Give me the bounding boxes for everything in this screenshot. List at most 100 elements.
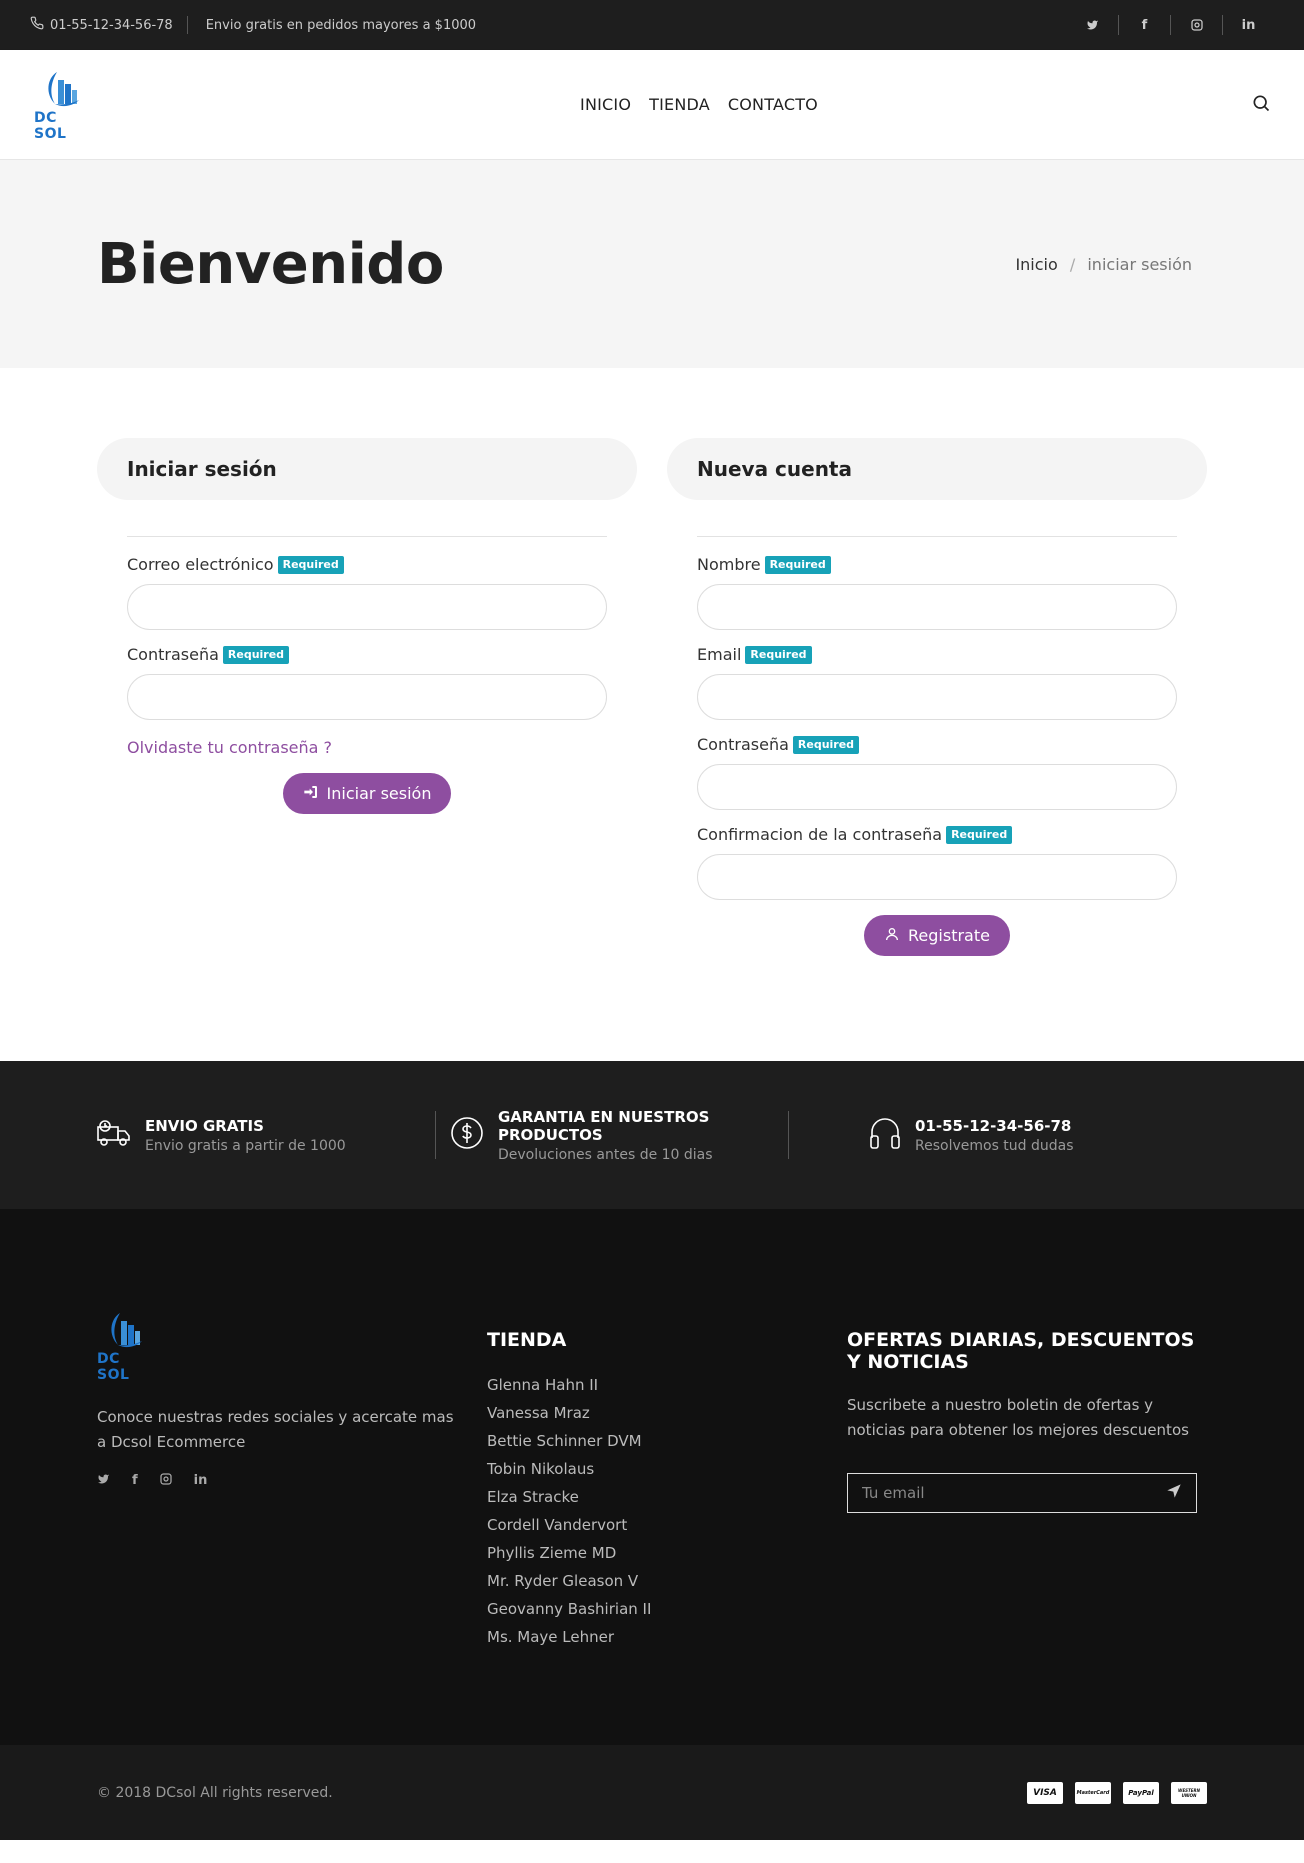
topbar-phone: 01-55-12-34-56-78: [30, 16, 188, 34]
required-badge: Required: [946, 825, 1013, 844]
footer-shop-item[interactable]: Mr. Ryder Gleason V: [487, 1567, 847, 1595]
search-icon: [1251, 93, 1271, 117]
forgot-password-link[interactable]: Olvidaste tu contraseña ?: [127, 738, 607, 757]
nav-inicio[interactable]: INICIO: [580, 95, 631, 114]
top-bar: 01-55-12-34-56-78 Envio gratis en pedido…: [0, 0, 1304, 50]
login-form: Iniciar sesión Correo electrónico Requir…: [97, 438, 637, 956]
register-confirm-label: Confirmacion de la contraseña Required: [697, 825, 1177, 844]
login-email-label-text: Correo electrónico: [127, 555, 274, 574]
visa-icon: VISA: [1027, 1781, 1063, 1804]
required-badge: Required: [764, 555, 831, 574]
topbar-phone-text: 01-55-12-34-56-78: [50, 17, 173, 33]
newsletter-form: [847, 1473, 1197, 1513]
user-icon: [884, 926, 900, 946]
footer-logo[interactable]: DC SOL: [97, 1309, 153, 1383]
register-name-label-text: Nombre: [697, 555, 761, 574]
feature-support: 01-55-12-34-56-78 Resolvemos tud dudas: [788, 1111, 1207, 1159]
footer-shop-item[interactable]: Vanessa Mraz: [487, 1399, 847, 1427]
visa-label: VISA: [1033, 1787, 1057, 1798]
auth-forms: Iniciar sesión Correo electrónico Requir…: [0, 368, 1304, 1061]
footer-about-text: Conoce nuestras redes sociales y acercat…: [97, 1408, 454, 1451]
login-password-input[interactable]: [127, 674, 607, 720]
login-button-label: Iniciar sesión: [326, 784, 432, 803]
register-password-label: Contraseña Required: [697, 735, 1177, 754]
paypal-label: PayPal: [1128, 1788, 1154, 1797]
footer-shop-item[interactable]: Ms. Maye Lehner: [487, 1623, 847, 1651]
features-strip: ENVIO GRATIS Envio gratis a partir de 10…: [0, 1061, 1304, 1209]
breadcrumb: Inicio / iniciar sesión: [1015, 255, 1192, 274]
register-email-input[interactable]: [697, 674, 1177, 720]
register-name-input[interactable]: [697, 584, 1177, 630]
register-confirm-input[interactable]: [697, 854, 1177, 900]
footer-shop-list: Glenna Hahn II Vanessa Mraz Bettie Schin…: [487, 1371, 847, 1651]
newsletter-email-input[interactable]: [862, 1484, 1122, 1502]
register-button[interactable]: Registrate: [864, 915, 1010, 956]
western-union-label: WESTERN UNION: [1178, 1787, 1200, 1798]
copyright: © 2018 DCsol All rights reserved.: [97, 1784, 333, 1801]
twitter-icon[interactable]: [1066, 15, 1118, 35]
login-heading: Iniciar sesión: [97, 438, 637, 500]
send-icon[interactable]: [1166, 1483, 1182, 1503]
nav-tienda[interactable]: TIENDA: [649, 95, 710, 114]
footer-shop-item[interactable]: Cordell Vandervort: [487, 1511, 847, 1539]
topbar-promo: Envio gratis en pedidos mayores a $1000: [205, 17, 477, 33]
register-confirm-label-text: Confirmacion de la contraseña: [697, 825, 943, 844]
instagram-icon[interactable]: [1170, 15, 1222, 35]
logo[interactable]: DC SOL: [34, 68, 90, 142]
feature-subtitle: Envio gratis a partir de 1000: [145, 1137, 346, 1154]
login-password-label: Contraseña Required: [127, 645, 607, 664]
facebook-icon[interactable]: f: [132, 1473, 138, 1489]
topbar-social: f in: [1066, 15, 1274, 35]
divider: [697, 536, 1177, 537]
payment-methods: VISA MasterCard PayPal WESTERN UNION: [1027, 1781, 1207, 1804]
register-password-label-text: Contraseña: [697, 735, 789, 754]
breadcrumb-separator: /: [1069, 254, 1076, 274]
register-password-input[interactable]: [697, 764, 1177, 810]
logo-text: DC SOL: [34, 109, 67, 142]
paypal-icon: PayPal: [1123, 1781, 1159, 1804]
login-button[interactable]: Iniciar sesión: [282, 773, 452, 814]
footer-shop-item[interactable]: Tobin Nikolaus: [487, 1455, 847, 1483]
register-button-label: Registrate: [908, 926, 990, 945]
dollar-circle-icon: [450, 1116, 484, 1154]
feature-subtitle: Devoluciones antes de 10 dias: [498, 1146, 713, 1163]
linkedin-icon[interactable]: in: [1222, 15, 1274, 35]
feature-title: GARANTIA EN NUESTROS PRODUCTOS: [498, 1107, 710, 1144]
twitter-icon[interactable]: [97, 1473, 110, 1489]
nav-contacto[interactable]: CONTACTO: [728, 95, 818, 114]
feature-title: ENVIO GRATIS: [145, 1116, 264, 1135]
newsletter-title: OFERTAS DIARIAS, DESCUENTOS Y NOTICIAS: [847, 1329, 1195, 1373]
main-nav: INICIO TIENDA CONTACTO: [580, 95, 818, 114]
logo-building-icon: [106, 1309, 144, 1353]
required-badge: Required: [277, 555, 344, 574]
page-title: Bienvenido: [97, 231, 444, 297]
footer-newsletter: OFERTAS DIARIAS, DESCUENTOS Y NOTICIAS S…: [847, 1309, 1207, 1665]
footer-shop-item[interactable]: Bettie Schinner DVM: [487, 1427, 847, 1455]
feature-shipping: ENVIO GRATIS Envio gratis a partir de 10…: [97, 1111, 435, 1159]
required-badge: Required: [792, 735, 860, 754]
register-heading: Nueva cuenta: [667, 438, 1207, 500]
logo-building-icon: [43, 68, 81, 112]
western-union-icon: WESTERN UNION: [1171, 1781, 1207, 1804]
footer-shop-item[interactable]: Phyllis Zieme MD: [487, 1539, 847, 1567]
site-footer: DC SOL Conoce nuestras redes sociales y …: [0, 1209, 1304, 1745]
register-email-label-text: Email: [697, 645, 742, 664]
linkedin-icon[interactable]: in: [194, 1473, 208, 1489]
breadcrumb-home[interactable]: Inicio: [1015, 255, 1057, 274]
instagram-icon[interactable]: [160, 1473, 172, 1489]
footer-shop-item[interactable]: Glenna Hahn II: [487, 1371, 847, 1399]
footer-social: f in: [97, 1473, 457, 1489]
facebook-icon[interactable]: f: [1118, 15, 1170, 35]
feature-warranty: GARANTIA EN NUESTROS PRODUCTOS Devolucio…: [435, 1107, 788, 1163]
bottom-bar: © 2018 DCsol All rights reserved. VISA M…: [0, 1745, 1304, 1840]
footer-shop-item[interactable]: Geovanny Bashirian II: [487, 1595, 847, 1623]
footer-about: DC SOL Conoce nuestras redes sociales y …: [97, 1309, 487, 1665]
logo-text: DC SOL: [97, 1351, 130, 1383]
search-button[interactable]: [1248, 92, 1274, 118]
login-email-label: Correo electrónico Required: [127, 555, 607, 574]
breadcrumb-current: iniciar sesión: [1087, 254, 1192, 274]
footer-shop-item[interactable]: Elza Stracke: [487, 1483, 847, 1511]
required-badge: Required: [222, 645, 290, 664]
newsletter-text: Suscribete a nuestro boletin de ofertas …: [847, 1396, 1189, 1439]
login-email-input[interactable]: [127, 584, 607, 630]
